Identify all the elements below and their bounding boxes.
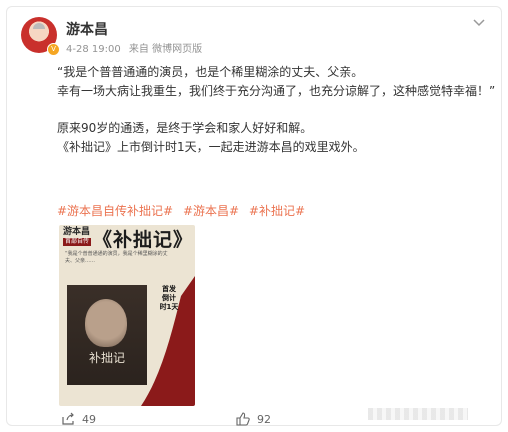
post-meta: 4-28 19:00 来自 微博网页版	[66, 40, 207, 55]
post-paragraph: 原来90岁的通透，是终于学会和家人好好和解。	[57, 121, 313, 135]
cover-photo-title: 补拙记	[89, 351, 126, 365]
cover-portrait: 补拙记	[67, 285, 147, 385]
weibo-post-card: V 游本昌 4-28 19:00 来自 微博网页版 “我是个普普通通的演员，也是…	[6, 6, 502, 426]
cover-author: 游本昌	[63, 227, 91, 237]
share-icon	[62, 412, 74, 425]
share-count: 49	[82, 412, 96, 426]
hashtag-link[interactable]: #游本昌自传补拙记#	[57, 204, 173, 218]
verified-badge-icon: V	[47, 43, 60, 56]
post-text: “我是个普普通通的演员，也是个稀里糊涂的丈夫、父亲。 幸有一场大病让我重生，我们…	[57, 63, 497, 157]
like-count: 92	[257, 412, 271, 426]
author-name[interactable]: 游本昌	[66, 19, 108, 39]
cover-subtitle: 首部自传	[63, 238, 92, 246]
cover-quote: “我是个普普通通的演员，我是个稀里糊涂的丈夫、父亲……	[65, 251, 168, 264]
hashtag-link[interactable]: #游本昌#	[183, 204, 239, 218]
more-options-chevron-icon[interactable]	[473, 19, 485, 27]
post-source: 来自 微博网页版	[128, 44, 203, 55]
post-paragraph: “我是个普普通通的演员，也是个稀里糊涂的丈夫、父亲。	[57, 65, 364, 79]
cover-countdown: 首发倒计时1天	[159, 285, 179, 311]
hashtag-link[interactable]: #补拙记#	[249, 204, 305, 218]
watermark	[368, 408, 468, 420]
post-date[interactable]: 4-28 19:00	[66, 44, 121, 55]
portrait-face	[85, 299, 127, 347]
share-button[interactable]: 49	[61, 412, 96, 426]
cover-book-title: 《补拙记》	[93, 229, 194, 251]
hashtag-list: #游本昌自传补拙记# #游本昌# #补拙记#	[57, 202, 311, 219]
like-button[interactable]: 92	[236, 412, 271, 426]
post-paragraph: 《补拙记》上市倒计时1天，一起走进游本昌的戏里戏外。	[57, 140, 365, 154]
post-paragraph: 幸有一场大病让我重生，我们终于充分沟通了，也充分谅解了，这种感觉特幸福！”	[57, 84, 496, 98]
book-cover-image[interactable]: 游本昌 首部自传 《补拙记》 “我是个普普通通的演员，我是个稀里糊涂的丈夫、父亲…	[59, 225, 195, 406]
thumbs-up-icon	[236, 412, 250, 426]
